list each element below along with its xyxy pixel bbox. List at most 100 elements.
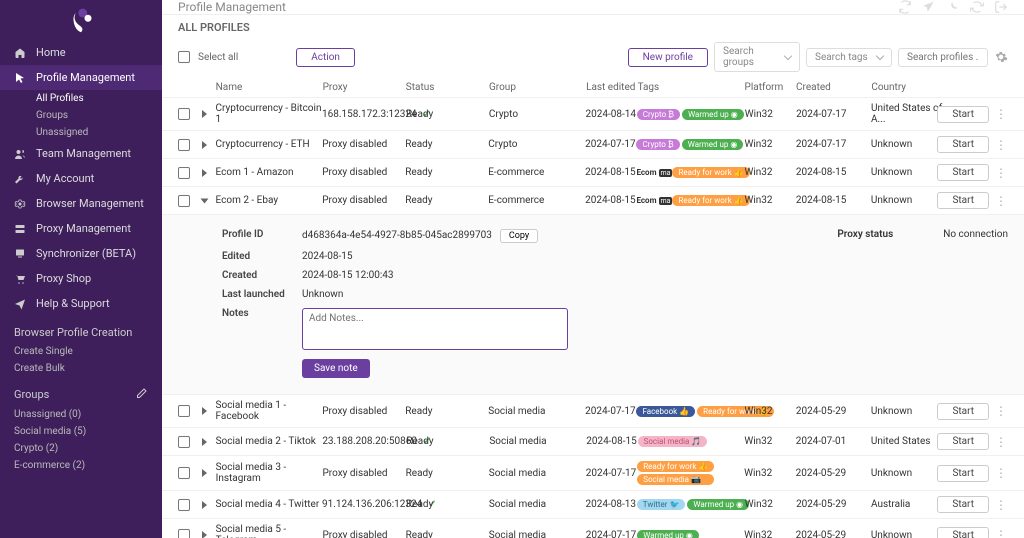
- row-menu-icon[interactable]: ⋮: [995, 467, 1008, 479]
- start-button[interactable]: Start: [937, 527, 989, 538]
- start-button[interactable]: Start: [937, 164, 989, 181]
- select-all-checkbox[interactable]: [178, 51, 190, 63]
- row-checkbox[interactable]: [178, 405, 190, 417]
- row-checkbox[interactable]: [178, 467, 190, 479]
- row-checkbox[interactable]: [178, 108, 190, 120]
- expand-caret-icon[interactable]: [202, 531, 207, 538]
- start-button[interactable]: Start: [937, 465, 989, 482]
- sync-icon[interactable]: [898, 0, 912, 14]
- start-button[interactable]: Start: [937, 136, 989, 153]
- nav-browser-management[interactable]: Browser Management: [0, 191, 162, 216]
- country-cell: Unknown: [871, 195, 946, 206]
- save-note-button[interactable]: Save note: [302, 359, 370, 378]
- group-crypto-2-[interactable]: Crypto (2): [0, 440, 162, 457]
- expanded-details: Profile ID d468364a-4e54-4927-8b85-045ac…: [162, 214, 1024, 394]
- expand-caret-icon[interactable]: [202, 407, 207, 415]
- nav-my-account[interactable]: My Account: [0, 166, 162, 191]
- tag: Warmed up ◉: [682, 109, 744, 120]
- row-menu-icon[interactable]: ⋮: [995, 405, 1008, 417]
- new-profile-button[interactable]: New profile: [628, 48, 708, 67]
- expand-caret-icon[interactable]: [202, 469, 207, 477]
- row-menu-icon[interactable]: ⋮: [995, 499, 1008, 511]
- created-cell: 2024-05-29: [796, 530, 871, 538]
- group-cell: Crypto: [489, 109, 586, 120]
- row-checkbox[interactable]: [178, 167, 190, 179]
- tag: Ready for work 👍: [637, 461, 714, 472]
- status-cell: Ready: [405, 195, 488, 206]
- tag: Ready for work 👍: [672, 195, 749, 206]
- expand-caret-icon[interactable]: [202, 141, 207, 149]
- group-unassigned-0-[interactable]: Unassigned (0): [0, 406, 162, 423]
- expand-caret-icon[interactable]: [200, 198, 208, 203]
- row-menu-icon[interactable]: ⋮: [995, 108, 1008, 120]
- creation-create-single[interactable]: Create Single: [0, 343, 162, 360]
- expand-caret-icon[interactable]: [202, 110, 207, 118]
- row-checkbox[interactable]: [178, 529, 190, 538]
- start-button[interactable]: Start: [937, 496, 989, 513]
- start-button[interactable]: Start: [937, 403, 989, 420]
- tags-cell: Twitter 🐦Warmed up ◉: [637, 499, 745, 510]
- moon-icon[interactable]: [946, 0, 960, 14]
- row-checkbox[interactable]: [178, 139, 190, 151]
- row-menu-icon[interactable]: ⋮: [995, 139, 1008, 151]
- status-cell: Ready: [405, 167, 488, 178]
- action-button[interactable]: Action: [296, 48, 355, 67]
- nav-proxy-management[interactable]: Proxy Management: [0, 216, 162, 241]
- start-button[interactable]: Start: [937, 433, 989, 450]
- wrench-icon: [14, 173, 26, 185]
- refresh-icon[interactable]: [970, 0, 984, 14]
- expand-caret-icon[interactable]: [202, 169, 207, 177]
- start-button[interactable]: Start: [937, 192, 989, 209]
- nav-team-management[interactable]: Team Management: [0, 141, 162, 166]
- logout-icon[interactable]: [994, 0, 1008, 14]
- nav-proxy-shop[interactable]: Proxy Shop: [0, 266, 162, 291]
- subnav-unassigned[interactable]: Unassigned: [0, 124, 162, 141]
- tags-cell: Crypto ₿Warmed up ◉: [636, 139, 744, 150]
- edit-groups-icon[interactable]: [136, 387, 148, 402]
- table-settings-icon[interactable]: [994, 50, 1008, 64]
- start-button[interactable]: Start: [937, 106, 989, 123]
- logo: [0, 0, 162, 40]
- nav-help-support[interactable]: Help & Support: [0, 291, 162, 316]
- tag: Ready for work 👍: [672, 167, 749, 178]
- subnav-groups[interactable]: Groups: [0, 107, 162, 124]
- subnav-all-profiles[interactable]: All Profiles: [0, 90, 162, 107]
- row-checkbox[interactable]: [178, 499, 190, 511]
- group-social-media-5-[interactable]: Social media (5): [0, 423, 162, 440]
- profile-name: Social media 2 - Tiktok: [216, 436, 323, 447]
- expand-caret-icon[interactable]: [202, 438, 207, 446]
- row-checkbox[interactable]: [178, 195, 190, 207]
- country-cell: United States: [871, 436, 946, 447]
- country-cell: United States of A...: [871, 103, 946, 125]
- toolbar: Select all Action New profile Search gro…: [162, 36, 1024, 78]
- row-menu-icon[interactable]: ⋮: [995, 529, 1008, 538]
- row-checkbox[interactable]: [178, 436, 190, 448]
- table-row: Social media 1 - Facebook Proxy disabled…: [162, 394, 1024, 427]
- paper-plane-icon: [14, 298, 26, 310]
- nav-home[interactable]: Home: [0, 40, 162, 65]
- telegram-icon[interactable]: [922, 0, 936, 14]
- search-tags-select[interactable]: Search tags: [806, 48, 892, 67]
- topbar: Profile Management: [162, 0, 1024, 15]
- group-e-commerce-2-[interactable]: E-commerce (2): [0, 457, 162, 474]
- search-groups-select[interactable]: Search groups: [714, 42, 800, 72]
- creation-create-bulk[interactable]: Create Bulk: [0, 360, 162, 377]
- tag: Warmed up ◉: [687, 499, 749, 510]
- ecom-tag: Ecomma: [636, 168, 672, 177]
- table-header: Name Proxy Status Group Last edited Tags…: [162, 78, 1024, 97]
- copy-button[interactable]: Copy: [500, 229, 538, 243]
- row-menu-icon[interactable]: ⋮: [995, 195, 1008, 207]
- notes-textarea[interactable]: [302, 308, 568, 350]
- last-edited-cell: 2024-08-14: [586, 109, 637, 120]
- last-edited-cell: 2024-07-17: [586, 468, 637, 479]
- last-edited-cell: 2024-07-17: [585, 139, 636, 150]
- nav-synchronizer-beta-[interactable]: Synchronizer (BETA): [0, 241, 162, 266]
- nav-profile-management[interactable]: Profile Management: [0, 65, 162, 90]
- row-menu-icon[interactable]: ⋮: [995, 436, 1008, 448]
- row-menu-icon[interactable]: ⋮: [995, 167, 1008, 179]
- search-profiles-input[interactable]: [898, 48, 988, 67]
- tags-cell: Facebook 👍Ready for work 👍: [636, 406, 744, 417]
- expand-caret-icon[interactable]: [202, 501, 207, 509]
- proxy-cell: Proxy disabled: [322, 195, 405, 206]
- created-cell: 2024-08-15: [796, 167, 871, 178]
